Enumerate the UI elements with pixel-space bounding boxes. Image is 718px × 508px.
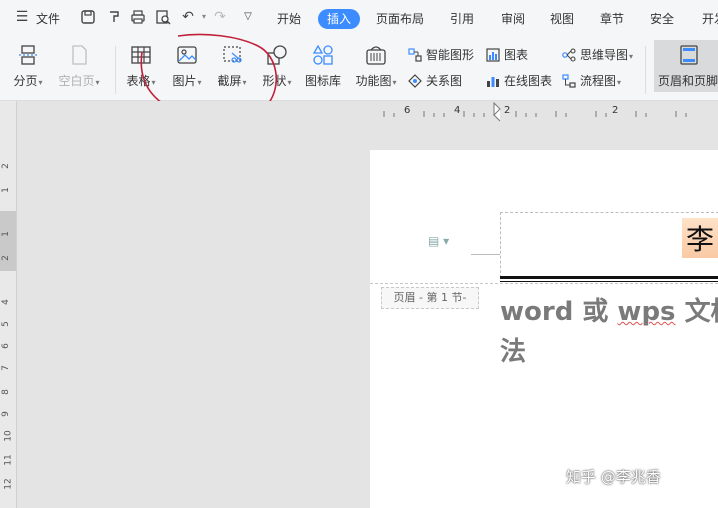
- ruler-mark: 6: [404, 105, 411, 116]
- ruler-mark: 7: [0, 365, 11, 371]
- ruler-highlight: [0, 211, 16, 271]
- ruler-mark: 2: [504, 105, 511, 116]
- header-section-tag: 页眉 - 第 1 节-: [381, 287, 479, 309]
- document-title-line1[interactable]: word 或 wps 文档: [500, 290, 718, 334]
- header-separator: [370, 283, 718, 284]
- title-text-wps: wps: [617, 297, 676, 327]
- header-border-thin: [500, 281, 718, 282]
- ruler-mark: 11: [3, 454, 14, 466]
- header-border-thick: [500, 276, 718, 279]
- ruler-mark: 8: [0, 389, 11, 395]
- ruler-mark: 4: [454, 105, 461, 116]
- ruler-mark: 2: [0, 163, 11, 169]
- ruler-ticks: [383, 101, 687, 122]
- vertical-ruler[interactable]: 2 1 1 2 4 5 6 7 8 9 10 11 12: [0, 101, 17, 508]
- ruler-mark: 4: [0, 299, 11, 305]
- header-name-text[interactable]: 李: [682, 218, 718, 258]
- ruler-mark: 1: [0, 187, 11, 193]
- ruler-mark: 1: [0, 231, 11, 237]
- paragraph-layout-icon[interactable]: ▤ ▾: [428, 234, 449, 248]
- document-title-line2[interactable]: 法: [500, 334, 526, 370]
- ruler-mark: 2: [612, 105, 619, 116]
- watermark: 知乎 @李兆香: [566, 468, 661, 486]
- horizontal-ruler[interactable]: 6 4 2 2: [370, 101, 718, 123]
- ruler-mark: 6: [0, 343, 11, 349]
- ruler-mark: 9: [0, 411, 11, 417]
- ruler-mark: 5: [0, 321, 11, 327]
- title-text-c: 文档: [684, 297, 718, 327]
- title-text-a: word 或: [500, 297, 618, 327]
- ruler-mark: 2: [0, 255, 11, 261]
- ruler-mark: 10: [3, 430, 14, 442]
- header-connector: [471, 254, 500, 255]
- ruler-mark: 12: [3, 478, 14, 490]
